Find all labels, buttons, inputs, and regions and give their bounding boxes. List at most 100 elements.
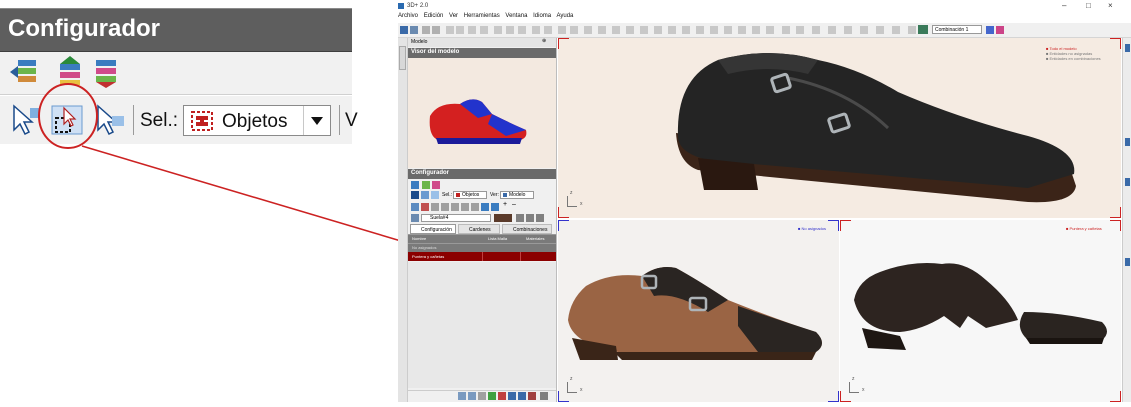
tool-icon[interactable]: [876, 26, 884, 34]
menu-ver[interactable]: Ver: [449, 13, 458, 19]
tool-icon[interactable]: [570, 26, 578, 34]
tool-icon[interactable]: [544, 26, 552, 34]
menu-archivo[interactable]: Archivo: [398, 13, 418, 19]
dock-tab[interactable]: [1125, 258, 1130, 266]
layers-up-icon[interactable]: [422, 181, 430, 189]
tool-icon[interactable]: [516, 214, 524, 222]
tool-icon[interactable]: [451, 203, 459, 211]
viewport-bottom-left[interactable]: ■ No asignados z x: [558, 220, 839, 402]
tool-icon[interactable]: [598, 26, 606, 34]
save-icon[interactable]: [400, 26, 408, 34]
dock-tab[interactable]: [399, 46, 406, 70]
dock-tab[interactable]: [1125, 178, 1130, 186]
menu-edicion[interactable]: Edición: [424, 13, 444, 19]
tool-icon[interactable]: [478, 392, 486, 400]
combination-dropdown[interactable]: Combinación 1: [932, 25, 982, 34]
column-header[interactable]: Nombre: [412, 236, 426, 241]
view-mode-dropdown[interactable]: Modelo: [500, 191, 534, 199]
pin-icon[interactable]: ⊕: [542, 38, 546, 44]
tool-icon[interactable]: [441, 203, 449, 211]
viewport-bottom-right[interactable]: ■ Puntera y cañetas z x: [840, 220, 1121, 402]
tool-icon[interactable]: [738, 26, 746, 34]
tool-icon[interactable]: [908, 26, 916, 34]
tool-icon[interactable]: [480, 26, 488, 34]
tool-icon[interactable]: [491, 203, 499, 211]
column-header[interactable]: Lista Malla: [488, 236, 507, 241]
tool-icon[interactable]: [766, 26, 774, 34]
tool-icon[interactable]: [724, 26, 732, 34]
tool-icon[interactable]: [518, 392, 526, 400]
tool-icon[interactable]: [506, 26, 514, 34]
tool-icon[interactable]: [668, 26, 676, 34]
tab-cardenes[interactable]: Cardenes: [458, 224, 500, 234]
menu-herramientas[interactable]: Herramientas: [464, 13, 500, 19]
select-pointer-icon[interactable]: [411, 191, 419, 199]
tool-icon[interactable]: [844, 26, 852, 34]
select-region-icon[interactable]: [421, 191, 429, 199]
tool-icon[interactable]: [696, 26, 704, 34]
tool-icon[interactable]: [640, 26, 648, 34]
selection-mode-dropdown[interactable]: Objetos: [453, 191, 487, 199]
tool-icon[interactable]: [654, 26, 662, 34]
undo-icon[interactable]: [422, 26, 430, 34]
tool-icon[interactable]: [860, 26, 868, 34]
tool-icon[interactable]: [508, 392, 516, 400]
tool-icon[interactable]: [892, 26, 900, 34]
dock-tab[interactable]: [1125, 138, 1130, 146]
tool-icon[interactable]: [421, 203, 429, 211]
menu-ayuda[interactable]: Ayuda: [556, 13, 573, 19]
tool-icon[interactable]: [536, 214, 544, 222]
layers-down-icon[interactable]: [432, 181, 440, 189]
minimize-button[interactable]: –: [1062, 1, 1066, 10]
combine-layers-icon[interactable]: [411, 181, 419, 189]
tool-icon[interactable]: [710, 26, 718, 34]
menu-idioma[interactable]: Idioma: [533, 13, 551, 19]
tool-icon[interactable]: [996, 26, 1004, 34]
tool-icon[interactable]: [518, 26, 526, 34]
maximize-button[interactable]: □: [1086, 1, 1091, 10]
tool-icon[interactable]: [812, 26, 820, 34]
remove-icon[interactable]: –: [512, 201, 516, 208]
tool-icon[interactable]: [584, 26, 592, 34]
tool-icon[interactable]: [796, 26, 804, 34]
tool-icon[interactable]: [456, 26, 464, 34]
model-panel-tab[interactable]: Modelo: [411, 39, 427, 45]
tool-icon[interactable]: [682, 26, 690, 34]
tool-icon[interactable]: [540, 392, 548, 400]
tool-icon[interactable]: [471, 203, 479, 211]
tool-icon[interactable]: [494, 26, 502, 34]
tool-icon[interactable]: [986, 26, 994, 34]
tool-icon[interactable]: [828, 26, 836, 34]
add-icon[interactable]: +: [503, 201, 507, 208]
tool-icon[interactable]: [558, 26, 566, 34]
tool-icon[interactable]: [411, 203, 419, 211]
tool-icon[interactable]: [488, 392, 496, 400]
column-header[interactable]: Materiales: [526, 236, 544, 241]
tool-icon[interactable]: [468, 392, 476, 400]
tool-icon[interactable]: [431, 203, 439, 211]
model-preview[interactable]: [408, 58, 556, 168]
viewport-top[interactable]: ■ Todo el modelo ■ Entidades no asignada…: [558, 38, 1121, 218]
tab-configuracion[interactable]: Configuración: [410, 224, 456, 234]
tool-icon[interactable]: [752, 26, 760, 34]
menu-ventana[interactable]: Ventana: [505, 13, 527, 19]
tool-icon[interactable]: [468, 26, 476, 34]
table-row[interactable]: No asignados: [408, 243, 556, 252]
table-row[interactable]: Puntera y cañetas: [408, 252, 556, 261]
tool-icon[interactable]: [461, 203, 469, 211]
material-swatch[interactable]: [494, 214, 512, 222]
tool-icon[interactable]: [411, 214, 419, 222]
tool-icon[interactable]: [446, 26, 454, 34]
tool-icon[interactable]: [481, 203, 489, 211]
tool-icon[interactable]: [498, 392, 506, 400]
tool-icon[interactable]: [526, 214, 534, 222]
tool-icon[interactable]: [612, 26, 620, 34]
redo-icon[interactable]: [432, 26, 440, 34]
material-dropdown[interactable]: Suela#4: [421, 214, 491, 222]
tab-combinaciones[interactable]: Combinaciones: [502, 224, 552, 234]
tool-icon[interactable]: [532, 26, 540, 34]
close-button[interactable]: ×: [1108, 1, 1113, 10]
dock-tab[interactable]: [1125, 44, 1130, 52]
tool-icon[interactable]: [782, 26, 790, 34]
open-icon[interactable]: [410, 26, 418, 34]
